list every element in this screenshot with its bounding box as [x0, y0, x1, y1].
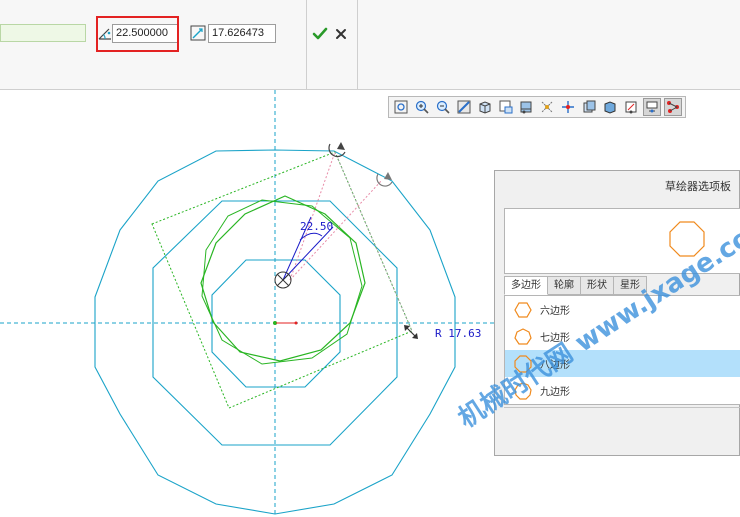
radius-icon [190, 25, 206, 41]
tab-shape[interactable]: 形状 [581, 276, 614, 295]
placed-octagon-inner [201, 199, 363, 365]
tab-polygon[interactable]: 多边形 [504, 276, 548, 295]
spin-center-icon[interactable] [559, 98, 577, 116]
view-manager-icon[interactable] [601, 98, 619, 116]
rotated-bounding-square [151, 151, 413, 409]
rotate-handle-icon[interactable] [328, 142, 346, 158]
construction-line [289, 151, 336, 281]
display-style-icon[interactable] [518, 98, 536, 116]
annotation-display-icon[interactable] [580, 98, 598, 116]
list-item-label: 六边形 [540, 306, 570, 317]
sketcher-display-icon[interactable] [643, 98, 661, 116]
divider [357, 0, 358, 89]
grid-display-icon[interactable] [664, 98, 682, 116]
zoom-in-icon[interactable] [413, 98, 431, 116]
zoom-out-icon[interactable] [434, 98, 452, 116]
cancel-x-icon[interactable] [334, 27, 348, 41]
palette-footer [504, 407, 740, 448]
repaint-icon[interactable] [455, 98, 473, 116]
saved-orientations-icon[interactable] [476, 98, 494, 116]
heptagon-icon [514, 327, 532, 345]
named-views-icon[interactable] [497, 98, 515, 116]
angle-dimension-label[interactable]: 22.50 [300, 220, 333, 233]
highlight-frame [96, 16, 179, 52]
construction-line [334, 151, 413, 332]
sketch-dashboard: 22.500000 17.626473 [0, 0, 740, 90]
divider [306, 0, 307, 89]
refit-icon[interactable] [392, 98, 410, 116]
radius-input[interactable]: 17.626473 [208, 24, 276, 43]
view-toolbar [388, 96, 686, 118]
datum-display-icon[interactable] [538, 98, 556, 116]
palette-title: 草绘器选项板 [665, 180, 731, 193]
confirm-check-icon[interactable] [312, 26, 328, 42]
radius-dimension-label[interactable]: R 17.63 [435, 327, 481, 340]
scale-handle-icon[interactable] [404, 325, 418, 339]
sketch-view-icon[interactable] [622, 98, 640, 116]
value-field-left[interactable] [0, 24, 86, 42]
tab-profile[interactable]: 轮廓 [548, 276, 581, 295]
hexagon-icon [514, 301, 532, 318]
